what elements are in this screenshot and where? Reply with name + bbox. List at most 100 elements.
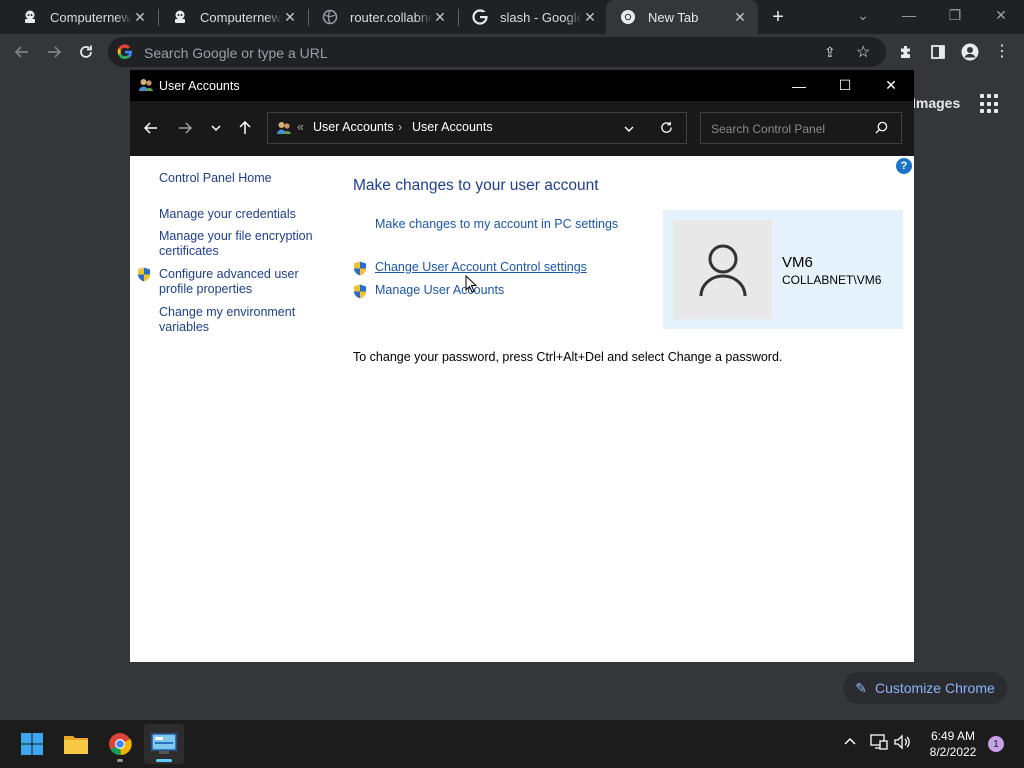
explorer-nav-bar: « User Accounts › User Accounts bbox=[130, 101, 914, 156]
google-icon bbox=[117, 44, 133, 60]
volume-icon[interactable] bbox=[894, 734, 912, 753]
help-button[interactable]: ? bbox=[896, 158, 912, 174]
sidebar-item-manage-credentials[interactable]: Manage your credentials bbox=[159, 207, 296, 221]
reload-icon bbox=[661, 121, 672, 133]
sidebar-item-file-encryption[interactable]: Manage your file encryption certificates bbox=[159, 229, 324, 259]
address-history-button[interactable] bbox=[624, 122, 634, 137]
chrome-icon bbox=[620, 9, 636, 25]
file-explorer-button[interactable] bbox=[56, 724, 96, 764]
new-tab-button[interactable]: + bbox=[766, 5, 790, 29]
page-title: Make changes to your user account bbox=[353, 177, 599, 194]
up-button[interactable] bbox=[232, 115, 258, 141]
back-button[interactable] bbox=[8, 38, 36, 66]
link-uac-settings[interactable]: Change User Account Control settings bbox=[375, 260, 587, 274]
kebab-menu-icon: ⋮ bbox=[994, 43, 1010, 60]
tab-title: New Tab bbox=[648, 9, 699, 25]
clock-time: 6:49 AM bbox=[930, 729, 976, 743]
forward-button[interactable] bbox=[172, 115, 198, 141]
restore-button[interactable]: ❐ bbox=[932, 0, 978, 30]
notification-badge[interactable]: 1 bbox=[988, 736, 1004, 752]
system-clock[interactable]: 6:49 AM 8/2/2022 bbox=[918, 728, 988, 760]
breadcrumb-separator: › bbox=[398, 120, 403, 134]
user-card: VM6 COLLABNET\VM6 bbox=[663, 210, 903, 329]
chrome-toolbar: ⇪ ☆ ⋮ bbox=[0, 34, 1024, 70]
arrow-left-icon bbox=[14, 46, 28, 58]
computernewb-favicon-icon bbox=[22, 9, 38, 25]
back-button[interactable] bbox=[138, 115, 164, 141]
bookmark-star-icon[interactable]: ☆ bbox=[856, 42, 870, 62]
password-instructions: To change your password, press Ctrl+Alt+… bbox=[353, 350, 783, 364]
address-bar[interactable]: « User Accounts › User Accounts bbox=[267, 112, 687, 144]
close-icon[interactable]: ✕ bbox=[582, 9, 598, 25]
breadcrumb-overflow[interactable]: « bbox=[297, 120, 304, 134]
tab-new-tab[interactable]: New Tab ✕ bbox=[606, 0, 758, 34]
search-input[interactable] bbox=[709, 113, 873, 145]
show-hidden-icons-button[interactable] bbox=[844, 735, 856, 751]
forward-button[interactable] bbox=[40, 38, 68, 66]
side-panel-icon bbox=[931, 45, 945, 59]
reload-button[interactable] bbox=[72, 38, 100, 66]
avatar-icon bbox=[961, 43, 979, 61]
uac-shield-icon bbox=[353, 284, 367, 302]
minimize-button[interactable]: — bbox=[886, 0, 932, 30]
window-title: User Accounts bbox=[159, 78, 240, 93]
tab-title: slash - Google S bbox=[500, 9, 582, 25]
tab-title: router.collabnet bbox=[350, 9, 432, 25]
extensions-button[interactable] bbox=[892, 38, 920, 66]
close-icon[interactable]: ✕ bbox=[432, 9, 448, 25]
chrome-tab-strip: Computernewb ✕ Computernewb ✕ router.col… bbox=[0, 0, 1024, 34]
arrow-right-icon bbox=[48, 46, 62, 58]
chrome-menu-button[interactable]: ⋮ bbox=[988, 38, 1016, 66]
images-link[interactable]: Images bbox=[912, 95, 960, 111]
close-window-button[interactable]: ✕ bbox=[978, 0, 1024, 30]
profile-button[interactable] bbox=[956, 38, 984, 66]
breadcrumb-item[interactable]: User Accounts bbox=[412, 120, 493, 134]
tab-computernewb-2[interactable]: Computernewb ✕ bbox=[158, 0, 308, 34]
window-title-bar: User Accounts — ☐ ✕ bbox=[130, 70, 914, 101]
omnibox[interactable]: ⇪ ☆ bbox=[108, 37, 886, 69]
network-icon[interactable] bbox=[870, 734, 888, 753]
control-panel-icon bbox=[151, 733, 177, 754]
control-panel-taskbar-button[interactable] bbox=[144, 724, 184, 764]
folder-icon bbox=[64, 736, 88, 754]
google-apps-icon[interactable] bbox=[980, 94, 1000, 114]
refresh-button[interactable] bbox=[660, 121, 673, 137]
sidebar-item-environment-variables[interactable]: Change my environment variables bbox=[159, 305, 309, 335]
sidebar-item-advanced-profile[interactable]: Configure advanced user profile properti… bbox=[159, 267, 309, 297]
clock-date: 8/2/2022 bbox=[929, 745, 977, 759]
puzzle-icon bbox=[901, 46, 910, 58]
close-icon[interactable]: ✕ bbox=[282, 9, 298, 25]
tab-google-search[interactable]: slash - Google S ✕ bbox=[458, 0, 608, 34]
user-accounts-icon bbox=[276, 120, 292, 139]
sidebar-item-control-panel-home[interactable]: Control Panel Home bbox=[159, 171, 272, 185]
omnibox-input[interactable] bbox=[142, 37, 786, 69]
running-indicator bbox=[117, 759, 123, 762]
chrome-taskbar-button[interactable] bbox=[100, 724, 140, 764]
close-icon[interactable]: ✕ bbox=[132, 9, 148, 25]
tab-search-button[interactable]: ⌄ bbox=[840, 0, 886, 30]
search-icon[interactable] bbox=[875, 121, 888, 137]
share-icon[interactable]: ⇪ bbox=[824, 44, 836, 61]
start-button[interactable] bbox=[12, 724, 52, 764]
maximize-button[interactable]: ☐ bbox=[822, 70, 868, 101]
side-panel-button[interactable] bbox=[924, 38, 952, 66]
breadcrumb-item[interactable]: User Accounts bbox=[313, 120, 394, 134]
user-name: VM6 bbox=[782, 254, 813, 271]
mouse-cursor-icon bbox=[465, 274, 478, 296]
windows-logo-icon bbox=[21, 733, 43, 755]
computernewb-favicon-icon bbox=[172, 9, 188, 25]
windows-taskbar: 6:49 AM 8/2/2022 1 bbox=[0, 720, 1024, 768]
link-pc-settings[interactable]: Make changes to my account in PC setting… bbox=[375, 217, 618, 231]
tab-computernewb-1[interactable]: Computernewb ✕ bbox=[8, 0, 158, 34]
tab-router[interactable]: router.collabnet ✕ bbox=[308, 0, 458, 34]
close-icon[interactable]: ✕ bbox=[732, 9, 748, 25]
customize-chrome-button[interactable]: ✎ Customize Chrome bbox=[843, 672, 1007, 704]
minimize-button[interactable]: — bbox=[776, 70, 822, 101]
search-control-panel[interactable] bbox=[700, 112, 902, 145]
customize-chrome-label: Customize Chrome bbox=[874, 680, 995, 696]
link-manage-user-accounts[interactable]: Manage User Accounts bbox=[375, 283, 504, 297]
tab-title: Computernewb bbox=[50, 9, 132, 25]
close-window-button[interactable]: ✕ bbox=[868, 70, 914, 101]
recent-locations-button[interactable] bbox=[203, 115, 229, 141]
arrow-right-icon bbox=[179, 122, 192, 134]
